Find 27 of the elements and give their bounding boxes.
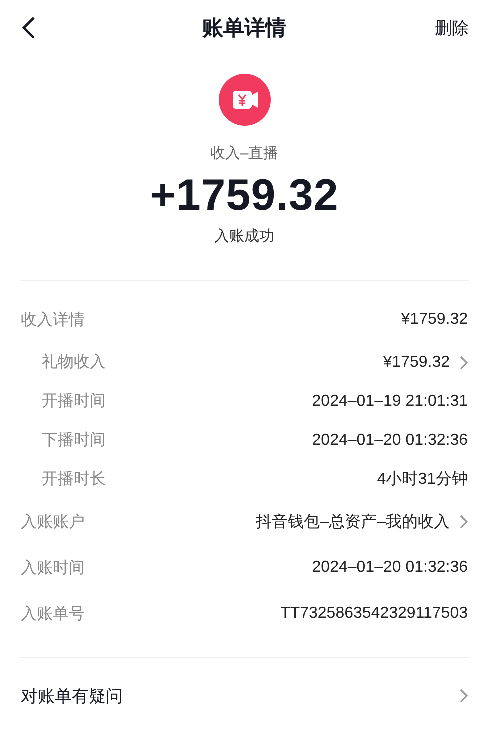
page-title: 账单详情	[202, 16, 286, 42]
detail-value[interactable]: ¥1759.32	[383, 354, 450, 372]
detail-value: 4小时31分钟	[377, 470, 468, 490]
live-income-icon	[218, 74, 270, 126]
detail-label: 礼物收入	[42, 352, 106, 373]
chevron-icon	[460, 356, 468, 370]
detail-value: 2024–01–20 01:32:36	[312, 432, 468, 450]
detail-value: TT7325863542329117503	[280, 605, 468, 623]
detail-label: 开播时长	[42, 470, 106, 490]
detail-value[interactable]: 抖音钱包–总资产–我的收入	[256, 512, 450, 532]
amount: +1759.32	[150, 171, 339, 221]
detail-value: 2024–01–19 21:01:31	[312, 392, 468, 410]
chevron-icon	[460, 689, 468, 703]
back-icon	[22, 16, 36, 40]
delete-button[interactable]: 删除	[435, 16, 469, 40]
bill-question-link[interactable]: 对账单有疑问	[0, 658, 489, 734]
detail-label: 开播时间	[42, 392, 106, 412]
detail-value: 2024–01–20 01:32:36	[312, 559, 468, 577]
detail-value: ¥1759.32	[401, 311, 468, 329]
chevron-icon	[460, 515, 468, 529]
detail-label: 入账单号	[21, 604, 85, 624]
detail-label: 下播时间	[42, 430, 106, 451]
detail-label: 入账账户	[21, 512, 85, 532]
income-category: 收入–直播	[210, 144, 279, 163]
detail-label: 入账时间	[21, 558, 85, 578]
detail-label: 收入详情	[21, 310, 85, 330]
status-text: 入账成功	[214, 227, 274, 246]
